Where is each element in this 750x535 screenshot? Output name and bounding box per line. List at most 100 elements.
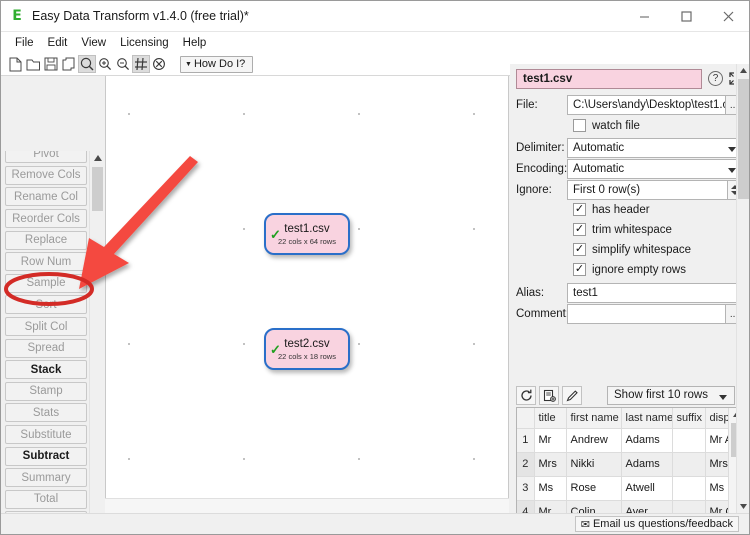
sidebar-item-replace[interactable]: Replace ? xyxy=(1,229,89,251)
menu-item-file[interactable]: File xyxy=(8,35,41,51)
menu-item-view[interactable]: View xyxy=(74,35,113,51)
menu-item-licensing[interactable]: Licensing xyxy=(113,35,176,51)
cell-suffix[interactable] xyxy=(672,476,705,500)
how-do-i-button[interactable]: ▼ How Do I? xyxy=(180,56,253,73)
scroll-up-icon[interactable] xyxy=(90,151,105,165)
cell-first-name[interactable]: Nikki xyxy=(566,452,621,476)
zoom-fit-icon[interactable] xyxy=(78,55,96,73)
cell-title[interactable]: Mr xyxy=(534,428,566,452)
sidebar-scroll-area[interactable]: Pivot ? Remove Cols ? Rename Col ? Reord… xyxy=(1,151,89,513)
watch-file-label: watch file xyxy=(592,120,640,132)
has-header-row[interactable]: has header xyxy=(573,203,650,216)
ignore-rows-field[interactable]: First 0 row(s) xyxy=(567,180,728,200)
maximize-button[interactable] xyxy=(665,1,707,31)
cell-last-name[interactable]: Atwell xyxy=(621,476,672,500)
menu-item-help[interactable]: Help xyxy=(176,35,214,51)
sidebar-item-sort[interactable]: Sort ? xyxy=(1,294,89,316)
workflow-canvas[interactable]: ✓ test1.csv 22 cols x 64 rows ✓ test2.cs… xyxy=(105,76,509,513)
sidebar-item-split-col[interactable]: Split Col ? xyxy=(1,316,89,338)
simplify-whitespace-label: simplify whitespace xyxy=(592,244,691,256)
cell-last-name[interactable]: Adams xyxy=(621,428,672,452)
watch-file-checkbox[interactable] xyxy=(573,119,586,132)
trim-whitespace-checkbox[interactable] xyxy=(573,223,586,236)
refresh-icon[interactable] xyxy=(516,386,536,405)
comment-input[interactable] xyxy=(567,304,726,324)
cell-suffix[interactable] xyxy=(672,428,705,452)
zoom-in-icon[interactable] xyxy=(96,55,114,73)
menu-item-edit[interactable]: Edit xyxy=(41,35,75,51)
sidebar-item-total[interactable]: Total ? xyxy=(1,489,89,511)
cell-title[interactable]: Ms xyxy=(534,476,566,500)
open-icon[interactable] xyxy=(24,55,42,73)
file-path-field[interactable]: C:\Users\andy\Desktop\test1.csv xyxy=(567,95,726,115)
watch-file-row[interactable]: watch file xyxy=(573,119,640,132)
has-header-checkbox[interactable] xyxy=(573,203,586,216)
sidebar-item-stats[interactable]: Stats ? xyxy=(1,402,89,424)
sidebar-item-row-num[interactable]: Row Num ? xyxy=(1,251,89,273)
sidebar-item-reorder-cols[interactable]: Reorder Cols ? xyxy=(1,208,89,230)
copy-table-icon[interactable] xyxy=(539,386,559,405)
table-row[interactable]: 2 Mrs Nikki Adams Mrs Nikk xyxy=(517,452,743,476)
caret-down-icon: ▼ xyxy=(185,61,192,68)
simplify-whitespace-row[interactable]: simplify whitespace xyxy=(573,243,691,256)
sidebar-item-subtract[interactable]: Subtract ? xyxy=(1,445,89,467)
save-icon[interactable] xyxy=(42,55,60,73)
panel-scrollbar[interactable] xyxy=(736,64,749,513)
canvas-horizontal-scrollbar[interactable] xyxy=(105,498,509,513)
cell-first-name[interactable]: Andrew xyxy=(566,428,621,452)
grid-dot xyxy=(473,458,475,460)
alias-input[interactable]: test1 xyxy=(567,283,743,303)
cell-last-name[interactable]: Adams xyxy=(621,452,672,476)
column-header-suffix[interactable]: suffix xyxy=(672,408,705,428)
row-number: 3 xyxy=(517,476,534,500)
column-header-last-name[interactable]: last name xyxy=(621,408,672,428)
scroll-up-icon[interactable] xyxy=(737,64,750,77)
delimiter-select[interactable]: Automatic xyxy=(567,138,743,158)
sidebar-scroll-thumb[interactable] xyxy=(92,167,103,211)
trim-whitespace-row[interactable]: trim whitespace xyxy=(573,223,672,236)
cell-first-name[interactable]: Rose xyxy=(566,476,621,500)
grid-dot xyxy=(473,113,475,115)
sidebar-item-pivot[interactable]: Pivot ? xyxy=(1,151,89,165)
copy-icon[interactable] xyxy=(60,55,78,73)
sidebar-item-label: Replace xyxy=(5,231,87,250)
ignore-empty-rows-row[interactable]: ignore empty rows xyxy=(573,263,686,276)
canvas-node-test1[interactable]: ✓ test1.csv 22 cols x 64 rows xyxy=(264,213,350,255)
ignore-empty-rows-checkbox[interactable] xyxy=(573,263,586,276)
show-rows-select[interactable]: Show first 10 rows xyxy=(607,386,735,405)
table-row[interactable]: 1 Mr Andrew Adams Mr Andre xyxy=(517,428,743,452)
cell-suffix[interactable] xyxy=(672,452,705,476)
canvas-node-test2[interactable]: ✓ test2.csv 22 cols x 18 rows xyxy=(264,328,350,370)
table-row[interactable]: 3 Ms Rose Atwell Ms Rose xyxy=(517,476,743,500)
sidebar-item-summary[interactable]: Summary ? xyxy=(1,467,89,489)
sidebar-item-spread[interactable]: Spread ? xyxy=(1,337,89,359)
sidebar-item-stack[interactable]: Stack ? xyxy=(1,359,89,381)
sidebar-scrollbar[interactable] xyxy=(89,151,104,513)
zoom-out-icon[interactable] xyxy=(114,55,132,73)
sidebar-item-rename-col[interactable]: Rename Col ? xyxy=(1,186,89,208)
minimize-button[interactable] xyxy=(623,1,665,31)
cell-title[interactable]: Mrs xyxy=(534,452,566,476)
panel-scroll-thumb[interactable] xyxy=(738,79,749,199)
edit-pencil-icon[interactable] xyxy=(562,386,582,405)
envelope-icon: ✉ xyxy=(581,518,590,531)
close-button[interactable] xyxy=(707,1,749,31)
sidebar-item-stamp[interactable]: Stamp ? xyxy=(1,381,89,403)
simplify-whitespace-checkbox[interactable] xyxy=(573,243,586,256)
help-icon[interactable]: ? xyxy=(708,71,723,86)
node-name: test1.csv xyxy=(284,223,329,235)
new-icon[interactable] xyxy=(6,55,24,73)
sidebar-item-remove-cols[interactable]: Remove Cols ? xyxy=(1,165,89,187)
table-toolbar: Show first 10 rows xyxy=(516,384,743,406)
grid-icon[interactable] xyxy=(132,55,150,73)
scroll-down-icon[interactable] xyxy=(737,500,750,513)
email-feedback-button[interactable]: ✉ Email us questions/feedback xyxy=(575,516,739,532)
application-window: E Easy Data Transform v1.4.0 (free trial… xyxy=(0,0,750,535)
encoding-row: Encoding: Automatic xyxy=(516,159,743,179)
column-header-first-name[interactable]: first name xyxy=(566,408,621,428)
column-header-title[interactable]: title xyxy=(534,408,566,428)
encoding-select[interactable]: Automatic xyxy=(567,159,743,179)
sidebar-item-substitute[interactable]: Substitute ? xyxy=(1,424,89,446)
clear-icon[interactable] xyxy=(150,55,168,73)
sidebar-item-sample[interactable]: Sample ? xyxy=(1,273,89,295)
